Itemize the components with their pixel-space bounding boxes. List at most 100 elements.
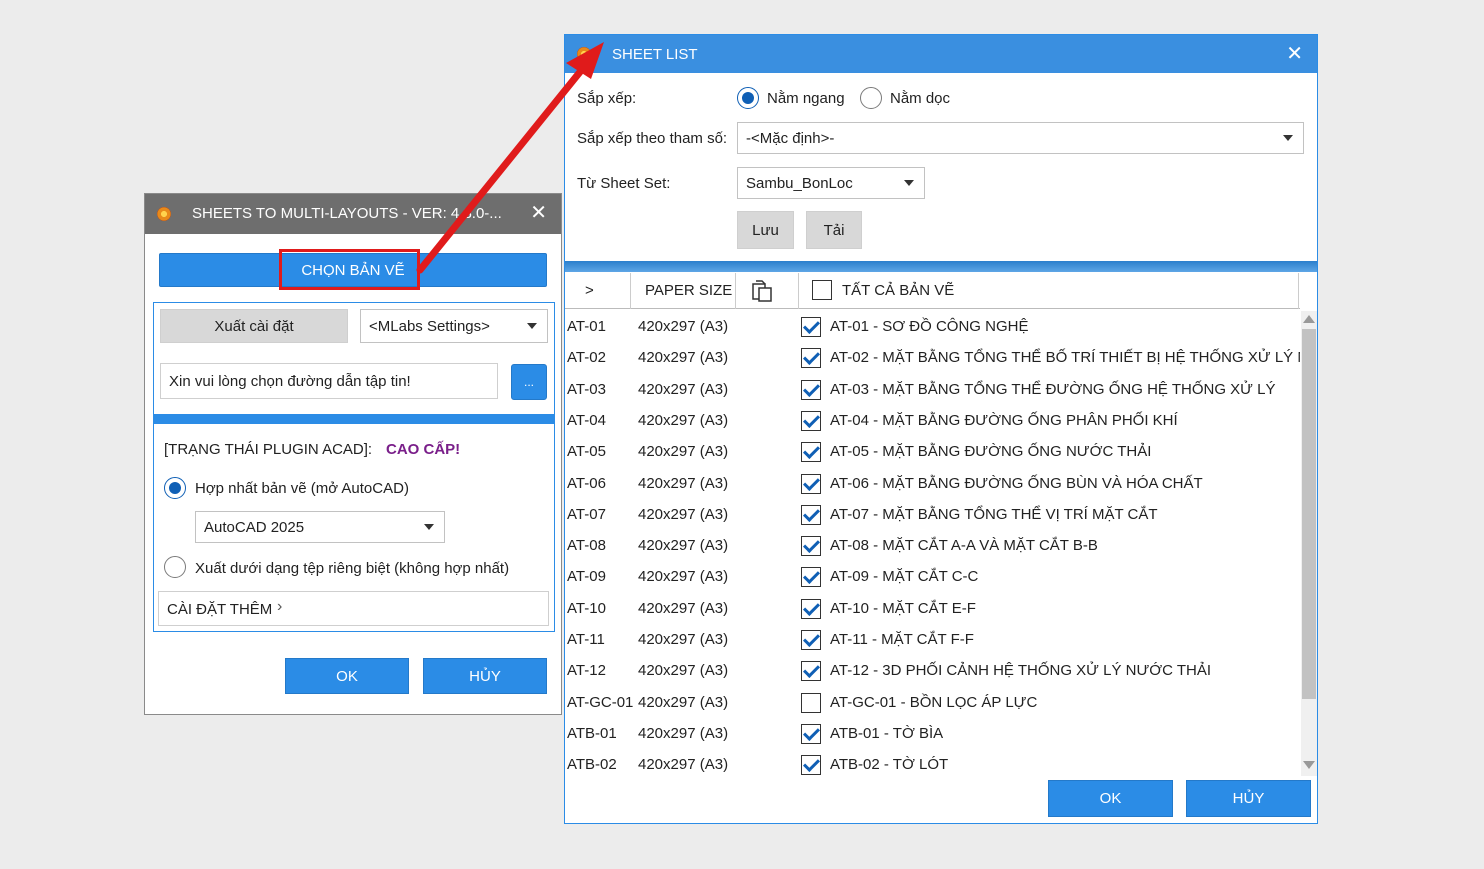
settings-combo[interactable]: <MLabs Settings> [360, 309, 548, 343]
table-row[interactable]: AT-07 420x297 (A3) AT-07 - MẶT BẰNG TỔNG T… [565, 499, 1300, 530]
paper-size: 420x297 (A3) [638, 411, 729, 429]
sheet-checkbox[interactable] [801, 723, 821, 744]
sheet-checkbox[interactable] [801, 442, 821, 463]
close-icon[interactable]: ✕ [530, 203, 547, 223]
all-sheets-column-header: TẤT CẢ BẢN VẼ [842, 282, 955, 299]
sheet-list-cancel-button[interactable]: HỦY [1186, 780, 1311, 817]
paper-size-column-header[interactable]: PAPER SIZE [645, 282, 732, 299]
select-all-checkbox[interactable] [812, 280, 832, 300]
path-input-value: Xin vui lòng chọn đường dẫn tập tin! [169, 372, 411, 390]
sheet-number: ATB-02 [567, 756, 617, 774]
sheet-list-title: SHEET LIST [612, 46, 698, 63]
export-settings-button[interactable]: Xuất cài đặt [160, 309, 348, 343]
sheet-checkbox[interactable] [801, 317, 821, 337]
paper-size: 420x297 (A3) [638, 662, 729, 680]
sheet-list-cancel-label: HỦY [1232, 790, 1265, 807]
table-row[interactable]: AT-05 420x297 (A3) AT-05 - MẶT BẰNG ĐƯỜNG … [565, 436, 1300, 467]
sheet-checkbox[interactable] [801, 567, 821, 588]
section-divider [565, 261, 1317, 272]
merge-option-label[interactable]: Hợp nhất bản vẽ (mở AutoCAD) [195, 480, 409, 497]
table-row[interactable]: ATB-01 420x297 (A3) ATB-01 - TỜ BÌA [565, 718, 1300, 749]
sheet-checkbox[interactable] [801, 536, 821, 557]
more-settings-expander[interactable]: CÀI ĐẶT THÊM › [158, 591, 549, 626]
separate-files-radio[interactable] [164, 556, 186, 578]
separate-files-label[interactable]: Xuất dưới dạng tệp riêng biệt (không hợp… [195, 560, 509, 577]
path-input[interactable]: Xin vui lòng chọn đường dẫn tập tin! [160, 363, 498, 399]
table-row[interactable]: AT-01 420x297 (A3) AT-01 - SƠ ĐỒ CÔNG NGHỆ [565, 311, 1300, 342]
table-row[interactable]: AT-12 420x297 (A3) AT-12 - 3D PHỐI CẢNH HỆ… [565, 655, 1300, 686]
sheet-checkbox[interactable] [801, 504, 821, 525]
sheet-number: AT-06 [567, 474, 606, 492]
table-row[interactable]: AT-08 420x297 (A3) AT-08 - MẶT CẮT A-A VÀ … [565, 530, 1300, 561]
sheet-checkbox[interactable] [801, 473, 821, 494]
sheet-list-ok-button[interactable]: OK [1048, 780, 1173, 817]
table-row[interactable]: AT-06 420x297 (A3) AT-06 - MẶT BẰNG ĐƯỜNG … [565, 468, 1300, 499]
sheet-list-titlebar: SHEET LIST ✕ [565, 35, 1317, 73]
sort-label: Sắp xếp: [577, 90, 637, 107]
table-row[interactable]: AT-03 420x297 (A3) AT-03 - MẶT BẰNG TỔNG T… [565, 374, 1300, 405]
browse-button[interactable]: ... [511, 364, 547, 400]
sort-param-label: Sắp xếp theo tham số: [577, 130, 728, 147]
table-row[interactable]: AT-11 420x297 (A3) AT-11 - MẶT CẮT F-F [565, 624, 1300, 655]
sheet-checkbox[interactable] [801, 755, 821, 776]
table-row[interactable]: ATB-02 420x297 (A3) ATB-02 - TỜ LÓT [565, 749, 1300, 776]
left-cancel-label: HỦY [469, 667, 501, 685]
table-row[interactable]: AT-GC-01 420x297 (A3) AT-GC-01 - BỒN LỌC Á… [565, 687, 1300, 718]
sheet-number: AT-04 [567, 411, 606, 429]
sheet-name: AT-09 - MẶT CẮT C-C [830, 568, 979, 586]
sheet-checkbox[interactable] [801, 598, 821, 619]
left-window-title: SHEETS TO MULTI-LAYOUTS - VER: 4.8.0-... [192, 205, 502, 222]
sheet-number: AT-GC-01 [567, 693, 634, 711]
app-logo-icon [157, 207, 171, 221]
vertical-scrollbar[interactable] [1301, 311, 1317, 776]
sheet-number: AT-11 [567, 631, 605, 648]
paper-size: 420x297 (A3) [638, 380, 729, 398]
scroll-up-icon[interactable] [1303, 315, 1315, 323]
vertical-label[interactable]: Nằm dọc [890, 90, 950, 107]
export-settings-label: Xuất cài đặt [214, 317, 294, 335]
sort-param-combo[interactable]: -<Mặc định>- [737, 122, 1304, 154]
sheet-name: ATB-01 - TỜ BÌA [830, 724, 944, 742]
table-row[interactable]: AT-09 420x297 (A3) AT-09 - MẶT CẮT C-C [565, 561, 1300, 592]
plugin-status-value: CAO CẤP! [386, 441, 461, 458]
save-button[interactable]: Lưu [737, 211, 794, 249]
load-button[interactable]: Tải [806, 211, 862, 249]
sheet-checkbox[interactable] [801, 379, 821, 400]
scrollbar-thumb[interactable] [1302, 329, 1316, 699]
sheet-checkbox[interactable] [801, 630, 821, 650]
sheet-name: AT-01 - SƠ ĐỒ CÔNG NGHỆ [830, 318, 1029, 335]
options-panel: Xuất cài đặt <MLabs Settings> Xin vui lò… [153, 302, 555, 632]
highlight-box [279, 249, 420, 290]
left-cancel-button[interactable]: HỦY [423, 658, 547, 694]
left-ok-button[interactable]: OK [285, 658, 409, 694]
chevron-down-icon [904, 180, 914, 186]
copy-layout-icon[interactable] [751, 279, 775, 303]
expand-column-header[interactable]: > [585, 282, 594, 299]
paper-size: 420x297 (A3) [638, 693, 729, 711]
table-row[interactable]: AT-10 420x297 (A3) AT-10 - MẶT CẮT E-F [565, 593, 1300, 624]
scroll-down-icon[interactable] [1303, 761, 1315, 769]
more-settings-label: CÀI ĐẶT THÊM [167, 601, 273, 618]
column-separator [630, 273, 631, 309]
load-label: Tải [823, 221, 845, 239]
sheet-name: AT-10 - MẶT CẮT E-F [830, 599, 976, 617]
horizontal-label[interactable]: Nằm ngang [767, 90, 845, 107]
paper-size: 420x297 (A3) [638, 568, 729, 586]
table-row[interactable]: AT-02 420x297 (A3) AT-02 - MẶT BẰNG TỔNG T… [565, 342, 1300, 373]
autocad-version-combo[interactable]: AutoCAD 2025 [195, 511, 445, 543]
sheet-checkbox[interactable] [801, 661, 821, 682]
close-icon[interactable]: ✕ [1286, 44, 1303, 64]
table-row[interactable]: AT-04 420x297 (A3) AT-04 - MẶT BẰNG ĐƯỜNG … [565, 405, 1300, 436]
merge-radio[interactable] [164, 477, 186, 499]
sheet-list-window: SHEET LIST ✕ Sắp xếp: Nằm ngang Nằm dọc … [564, 34, 1318, 824]
column-separator [1298, 273, 1299, 309]
sheet-checkbox[interactable] [801, 410, 821, 431]
sheet-set-combo[interactable]: Sambu_BonLoc [737, 167, 925, 199]
sheet-checkbox[interactable] [801, 692, 821, 713]
vertical-radio[interactable] [860, 87, 882, 109]
paper-size: 420x297 (A3) [638, 443, 729, 461]
horizontal-radio[interactable] [737, 87, 759, 109]
chevron-right-icon: › [277, 598, 283, 615]
paper-size: 420x297 (A3) [638, 349, 729, 367]
sheet-checkbox[interactable] [801, 348, 821, 369]
